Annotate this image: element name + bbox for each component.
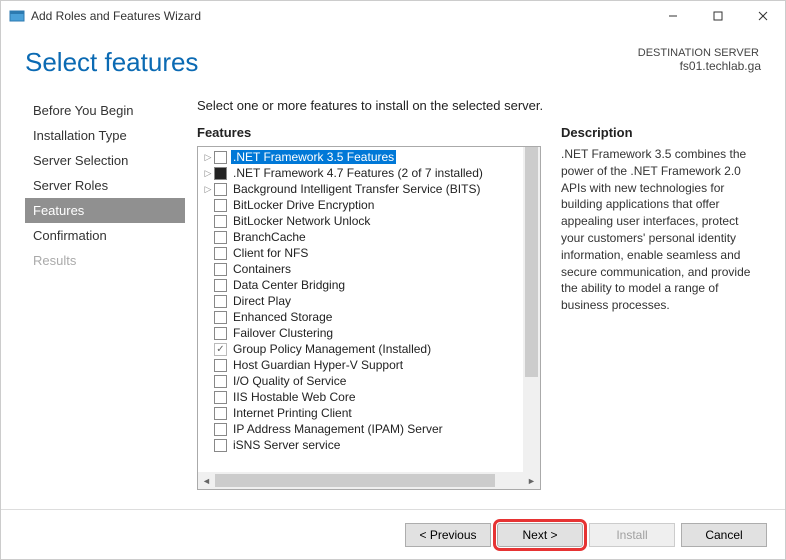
- previous-button[interactable]: < Previous: [405, 523, 491, 547]
- feature-checkbox[interactable]: [214, 199, 227, 212]
- feature-item[interactable]: ▷ .NET Framework 3.5 Features: [198, 149, 523, 165]
- titlebar[interactable]: Add Roles and Features Wizard: [1, 1, 785, 31]
- feature-label[interactable]: Client for NFS: [231, 246, 310, 260]
- instruction-text: Select one or more features to install o…: [197, 98, 761, 113]
- expand-icon[interactable]: ▷: [202, 184, 214, 195]
- feature-item[interactable]: iSNS Server service: [198, 437, 523, 453]
- feature-item[interactable]: ▷ Background Intelligent Transfer Service…: [198, 181, 523, 197]
- feature-checkbox[interactable]: [214, 343, 227, 356]
- feature-label[interactable]: BranchCache: [231, 230, 308, 244]
- features-tree[interactable]: ▷ .NET Framework 3.5 Features ▷ .NET Framew…: [197, 146, 541, 490]
- nav-item-installation-type[interactable]: Installation Type: [25, 123, 185, 148]
- feature-item[interactable]: Failover Clustering: [198, 325, 523, 341]
- feature-checkbox[interactable]: [214, 375, 227, 388]
- vertical-scroll-thumb[interactable]: [525, 147, 538, 377]
- expand-icon[interactable]: ▷: [202, 168, 214, 179]
- horizontal-scroll-thumb[interactable]: [215, 474, 495, 487]
- scroll-left-button[interactable]: ◄: [198, 472, 215, 489]
- description-label: Description: [561, 125, 761, 140]
- horizontal-scrollbar[interactable]: ◄ ►: [198, 472, 540, 489]
- feature-label[interactable]: Failover Clustering: [231, 326, 335, 340]
- nav-item-features[interactable]: Features: [25, 198, 185, 223]
- feature-label[interactable]: BitLocker Network Unlock: [231, 214, 372, 228]
- feature-checkbox[interactable]: [214, 423, 227, 436]
- feature-label[interactable]: Containers: [231, 262, 293, 276]
- feature-checkbox[interactable]: [214, 167, 227, 180]
- feature-checkbox[interactable]: [214, 215, 227, 228]
- close-button[interactable]: [740, 1, 785, 31]
- feature-checkbox[interactable]: [214, 151, 227, 164]
- feature-label[interactable]: Internet Printing Client: [231, 406, 354, 420]
- feature-item[interactable]: Data Center Bridging: [198, 277, 523, 293]
- feature-checkbox[interactable]: [214, 327, 227, 340]
- feature-label[interactable]: Direct Play: [231, 294, 293, 308]
- feature-label[interactable]: Data Center Bridging: [231, 278, 347, 292]
- feature-item[interactable]: Direct Play: [198, 293, 523, 309]
- window-title: Add Roles and Features Wizard: [31, 9, 201, 23]
- feature-label[interactable]: .NET Framework 4.7 Features (2 of 7 inst…: [231, 166, 485, 180]
- page-title: Select features: [25, 47, 198, 78]
- footer: < Previous Next > Install Cancel: [1, 509, 785, 559]
- nav-item-server-selection[interactable]: Server Selection: [25, 148, 185, 173]
- feature-label[interactable]: Host Guardian Hyper-V Support: [231, 358, 405, 372]
- feature-item[interactable]: BitLocker Network Unlock: [198, 213, 523, 229]
- feature-item[interactable]: I/O Quality of Service: [198, 373, 523, 389]
- feature-item[interactable]: BranchCache: [198, 229, 523, 245]
- feature-label[interactable]: IIS Hostable Web Core: [231, 390, 358, 404]
- feature-checkbox[interactable]: [214, 263, 227, 276]
- feature-item[interactable]: Enhanced Storage: [198, 309, 523, 325]
- feature-item[interactable]: BitLocker Drive Encryption: [198, 197, 523, 213]
- destination-server: DESTINATION SERVER fs01.techlab.ga: [636, 47, 761, 73]
- scroll-right-button[interactable]: ►: [523, 472, 540, 489]
- feature-checkbox[interactable]: [214, 279, 227, 292]
- feature-item[interactable]: Containers: [198, 261, 523, 277]
- feature-label[interactable]: I/O Quality of Service: [231, 374, 348, 388]
- feature-label[interactable]: Background Intelligent Transfer Service …: [231, 182, 482, 196]
- feature-item[interactable]: Host Guardian Hyper-V Support: [198, 357, 523, 373]
- nav-item-before-you-begin[interactable]: Before You Begin: [25, 98, 185, 123]
- feature-item[interactable]: Client for NFS: [198, 245, 523, 261]
- feature-label[interactable]: Enhanced Storage: [231, 310, 334, 324]
- feature-checkbox[interactable]: [214, 295, 227, 308]
- expand-icon[interactable]: ▷: [202, 152, 214, 163]
- destination-value: fs01.techlab.ga: [636, 59, 761, 73]
- feature-label[interactable]: Group Policy Management (Installed): [231, 342, 433, 356]
- feature-checkbox[interactable]: [214, 311, 227, 324]
- nav-item-server-roles[interactable]: Server Roles: [25, 173, 185, 198]
- vertical-scrollbar[interactable]: [523, 147, 540, 472]
- feature-checkbox[interactable]: [214, 183, 227, 196]
- feature-checkbox[interactable]: [214, 231, 227, 244]
- feature-item[interactable]: IIS Hostable Web Core: [198, 389, 523, 405]
- cancel-button[interactable]: Cancel: [681, 523, 767, 547]
- feature-label[interactable]: iSNS Server service: [231, 438, 342, 452]
- feature-checkbox[interactable]: [214, 439, 227, 452]
- feature-checkbox[interactable]: [214, 407, 227, 420]
- features-label: Features: [197, 125, 541, 140]
- feature-label[interactable]: BitLocker Drive Encryption: [231, 198, 376, 212]
- feature-label[interactable]: IP Address Management (IPAM) Server: [231, 422, 445, 436]
- feature-item[interactable]: IP Address Management (IPAM) Server: [198, 421, 523, 437]
- maximize-button[interactable]: [695, 1, 740, 31]
- nav-item-results: Results: [25, 248, 185, 273]
- description-text: .NET Framework 3.5 combines the power of…: [561, 146, 761, 314]
- app-icon: [9, 8, 25, 24]
- feature-checkbox[interactable]: [214, 391, 227, 404]
- feature-item[interactable]: Group Policy Management (Installed): [198, 341, 523, 357]
- minimize-button[interactable]: [650, 1, 695, 31]
- install-button[interactable]: Install: [589, 523, 675, 547]
- feature-label[interactable]: .NET Framework 3.5 Features: [231, 150, 396, 164]
- wizard-nav: Before You BeginInstallation TypeServer …: [25, 98, 185, 490]
- next-button[interactable]: Next >: [497, 523, 583, 547]
- destination-label: DESTINATION SERVER: [636, 47, 761, 59]
- feature-checkbox[interactable]: [214, 359, 227, 372]
- feature-checkbox[interactable]: [214, 247, 227, 260]
- feature-item[interactable]: Internet Printing Client: [198, 405, 523, 421]
- feature-item[interactable]: ▷ .NET Framework 4.7 Features (2 of 7 ins…: [198, 165, 523, 181]
- nav-item-confirmation[interactable]: Confirmation: [25, 223, 185, 248]
